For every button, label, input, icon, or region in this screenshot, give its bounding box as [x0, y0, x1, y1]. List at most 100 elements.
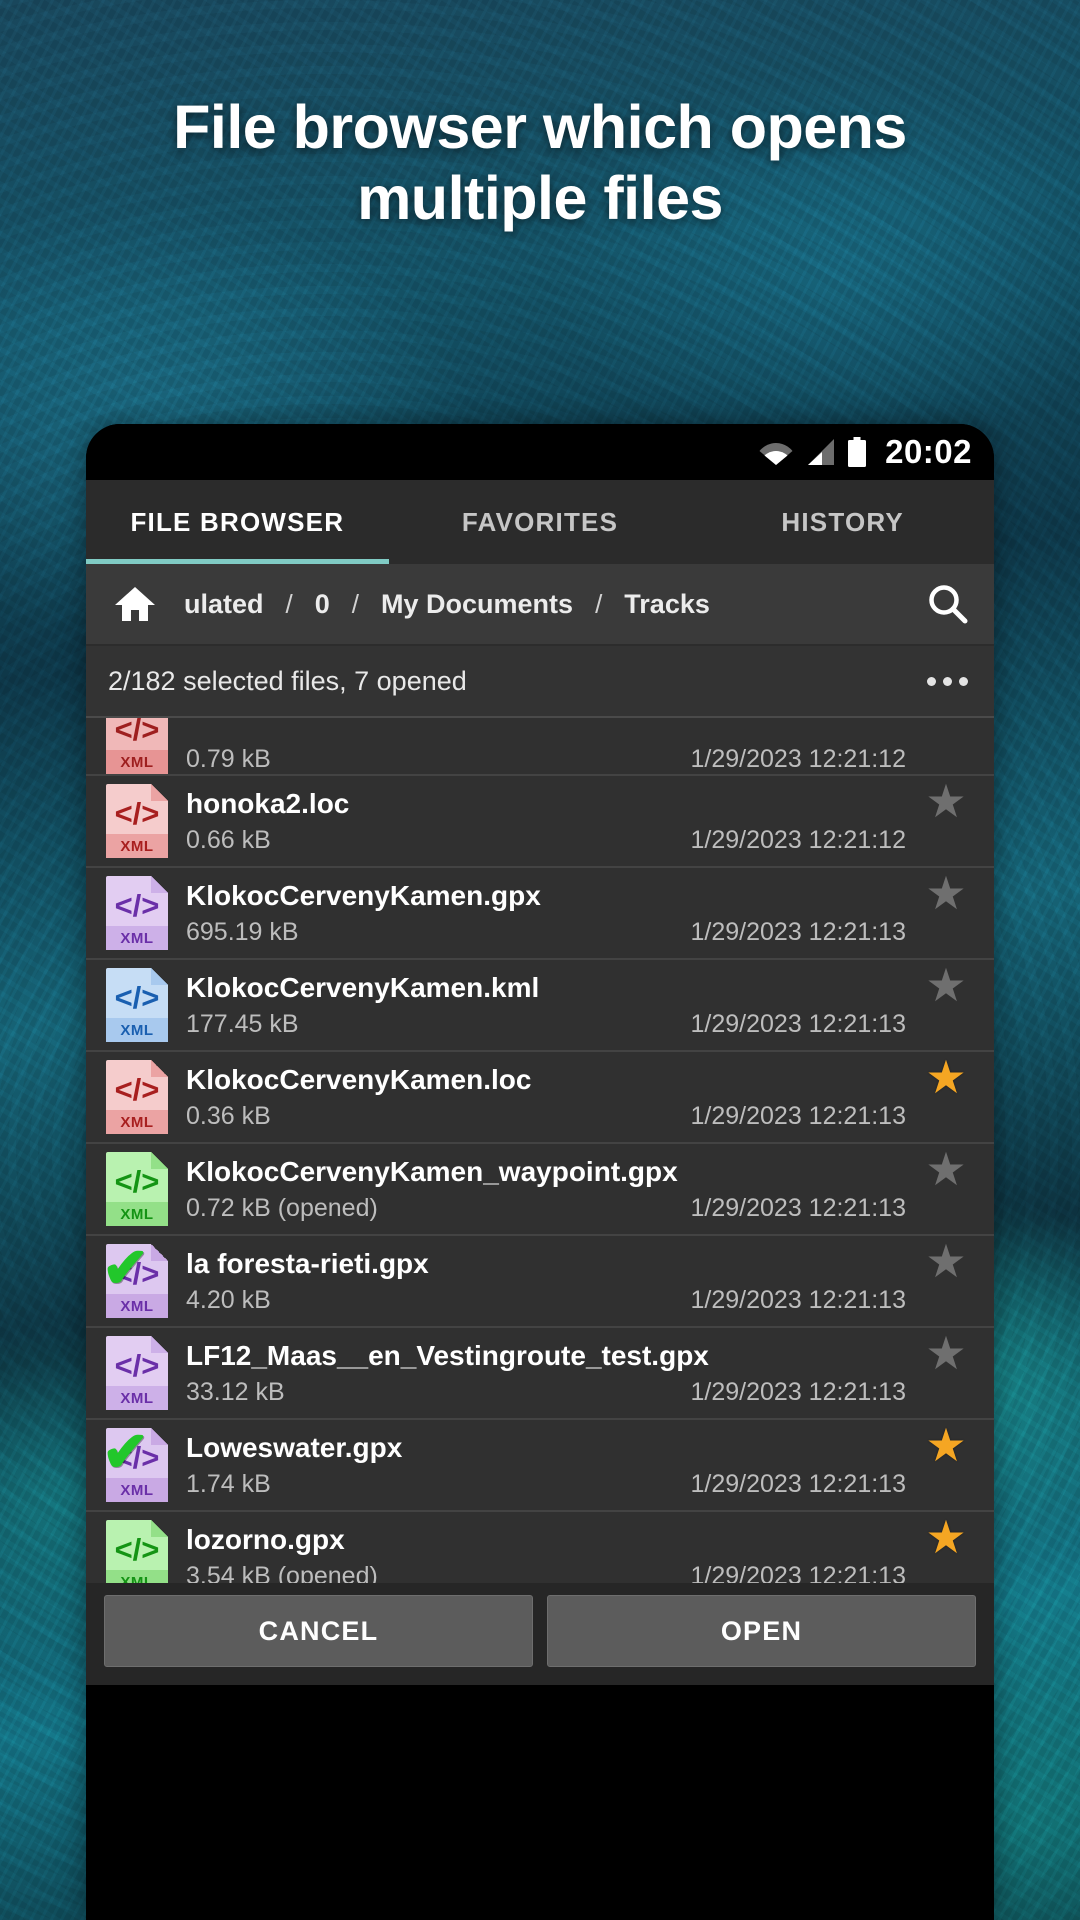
file-subrow: 3.54 kB (opened) 1/29/2023 12:21:13	[186, 1562, 910, 1584]
file-subrow: 177.45 kB 1/29/2023 12:21:13	[186, 1010, 910, 1039]
file-icon-xml: </> XML	[106, 1152, 168, 1226]
file-date: 1/29/2023 12:21:13	[690, 1561, 906, 1584]
cellular-signal-icon	[805, 439, 835, 465]
file-date: 1/29/2023 12:21:13	[690, 1101, 906, 1130]
tab-history[interactable]: HISTORY	[691, 480, 994, 564]
file-name: Loweswater.gpx	[186, 1431, 403, 1463]
breadcrumb: ulated / 0 / My Documents / Tracks	[86, 564, 994, 646]
file-row[interactable]: </> XML LF12_Maas__en_Vestingroute_test.gp…	[86, 1328, 994, 1420]
selection-status-text: 2/182 selected files, 7 opened	[108, 665, 467, 696]
overflow-menu-icon[interactable]	[927, 676, 968, 686]
favorite-star-filled-icon[interactable]: ★	[920, 1420, 972, 1468]
favorite-star-icon[interactable]: ★	[920, 776, 972, 824]
file-size: 3.54 kB (opened)	[186, 1561, 378, 1584]
file-row[interactable]: </> XML KlokocCervenyKamen_waypoint.gpx 0.7…	[86, 1144, 994, 1236]
file-name: KlokocCervenyKamen_waypoint.gpx	[186, 1155, 678, 1187]
favorite-star-filled-icon[interactable]: ★	[920, 1512, 972, 1560]
file-name: LF12_Maas__en_Vestingroute_test.gpx	[186, 1339, 709, 1371]
file-size: 0.79 kB	[186, 745, 271, 773]
favorite-star-icon[interactable]: ★	[920, 1144, 972, 1192]
file-date: 1/29/2023 12:21:13	[690, 1377, 906, 1406]
file-row[interactable]: </> XML KlokocCervenyKamen.gpx 695.19 kB 1/2…	[86, 868, 994, 960]
file-date: 1/29/2023 12:21:12	[690, 745, 906, 773]
favorite-star-icon[interactable]: ★	[920, 868, 972, 916]
file-subrow: 0.79 kB 1/29/2023 12:21:12	[186, 745, 910, 774]
checkmark-icon: ✔	[102, 1236, 149, 1299]
file-icon-xml: </> XML	[106, 968, 168, 1042]
file-row[interactable]: </> XML honoka2.loc 0.66 kB 1/29/2023 12:21:…	[86, 776, 994, 868]
home-icon[interactable]	[104, 585, 166, 623]
breadcrumb-item-3[interactable]: Tracks	[608, 589, 726, 620]
file-date: 1/29/2023 12:21:13	[690, 1469, 906, 1498]
file-row[interactable]: </>XML0.79 kB1/29/2023 12:21:12★	[86, 718, 994, 776]
file-list[interactable]: </>XML 0.79 kB 1/29/2023 12:21:12 ★ </>XML ho…	[86, 718, 994, 1583]
breadcrumb-separator: /	[595, 588, 603, 619]
file-meta: 0.79 kB 1/29/2023 12:21:12	[186, 745, 910, 774]
file-icon-selected: </> XML ✔	[102, 1424, 168, 1502]
cancel-button[interactable]: CANCEL	[104, 1595, 533, 1667]
file-meta: KlokocCervenyKamen.loc 0.36 kB 1/29/2023 1…	[186, 1064, 910, 1131]
wifi-icon	[759, 439, 793, 465]
favorite-star-icon[interactable]: ★	[920, 1236, 972, 1284]
file-name: KlokocCervenyKamen.loc	[186, 1063, 532, 1095]
file-row[interactable]: </> XML ✔ Loweswater.gpx 1.74 kB 1/29/2023 12…	[86, 1420, 994, 1512]
headline-text: File browser which opens multiple files	[173, 93, 907, 232]
tab-favorites[interactable]: FAVORITES	[389, 480, 692, 564]
file-row[interactable]: </> XML KlokocCervenyKamen.kml 177.45 kB 1/2…	[86, 960, 994, 1052]
checkmark-icon: ✔	[102, 1420, 149, 1483]
file-icon-xml: </> XML	[106, 784, 168, 858]
file-size: 0.66 kB	[186, 825, 271, 854]
breadcrumb-separator: /	[285, 588, 293, 619]
file-meta: LF12_Maas__en_Vestingroute_test.gpx 33.12…	[186, 1340, 910, 1407]
file-meta: Loweswater.gpx 1.74 kB 1/29/2023 12:21:13	[186, 1432, 910, 1499]
selection-status-bar: 2/182 selected files, 7 opened	[86, 646, 994, 718]
file-subrow: 0.72 kB (opened) 1/29/2023 12:21:13	[186, 1194, 910, 1223]
status-bar: 20:02	[86, 424, 994, 480]
file-subrow: 33.12 kB 1/29/2023 12:21:13	[186, 1378, 910, 1407]
file-row[interactable]: </> XML ✔ la foresta-rieti.gpx 4.20 kB 1/29/2…	[86, 1236, 994, 1328]
tab-file-browser[interactable]: FILE BROWSER	[86, 480, 389, 564]
file-name: KlokocCervenyKamen.gpx	[186, 879, 541, 911]
file-icon-xml: </> XML	[106, 1336, 168, 1410]
file-meta: lozorno.gpx 3.54 kB (opened) 1/29/2023 12:…	[186, 1524, 910, 1584]
file-size: 695.19 kB	[186, 917, 299, 946]
file-size: 0.72 kB (opened)	[186, 1193, 378, 1222]
file-name: lozorno.gpx	[186, 1523, 345, 1555]
file-meta: KlokocCervenyKamen.gpx 695.19 kB 1/29/2023…	[186, 880, 910, 947]
file-date: 1/29/2023 12:21:13	[690, 1193, 906, 1222]
file-name: KlokocCervenyKamen.kml	[186, 971, 540, 1003]
file-size: 33.12 kB	[186, 1377, 285, 1406]
file-subrow: 0.36 kB 1/29/2023 12:21:13	[186, 1102, 910, 1131]
breadcrumb-item-2[interactable]: My Documents	[365, 589, 589, 620]
favorite-star-icon[interactable]: ★	[920, 1328, 972, 1376]
file-row[interactable]: </> XML lozorno.gpx 3.54 kB (opened) 1/29/20…	[86, 1512, 994, 1583]
file-icon-xml: </> XML	[106, 876, 168, 950]
file-subrow: 695.19 kB 1/29/2023 12:21:13	[186, 918, 910, 947]
file-size: 0.36 kB	[186, 1101, 271, 1130]
file-icon-xml: </> XML	[106, 1060, 168, 1134]
breadcrumb-separator: /	[351, 588, 360, 619]
file-date: 1/29/2023 12:21:12	[690, 825, 906, 854]
file-size: 4.20 kB	[186, 1285, 271, 1314]
file-subrow: 0.66 kB 1/29/2023 12:21:12	[186, 826, 910, 855]
favorite-star-icon[interactable]: ★	[920, 960, 972, 1008]
status-bar-clock: 20:02	[885, 433, 972, 470]
phone-frame: 20:02 FILE BROWSER FAVORITES HISTORY ula…	[86, 424, 994, 1920]
file-icon-selected: </> XML ✔	[102, 1240, 168, 1318]
file-icon-xml: </> XML	[106, 718, 168, 774]
file-subrow: 4.20 kB 1/29/2023 12:21:13	[186, 1286, 910, 1315]
file-row[interactable]: </> XML KlokocCervenyKamen.loc 0.36 kB 1/29/…	[86, 1052, 994, 1144]
search-icon[interactable]	[918, 582, 978, 626]
file-date: 1/29/2023 12:21:13	[690, 1285, 906, 1314]
tab-bar: FILE BROWSER FAVORITES HISTORY	[86, 480, 994, 564]
file-name: honoka2.loc	[186, 787, 350, 819]
open-button[interactable]: OPEN	[547, 1595, 976, 1667]
file-name: la foresta-rieti.gpx	[186, 1247, 429, 1279]
file-meta: KlokocCervenyKamen_waypoint.gpx 0.72 kB (…	[186, 1156, 910, 1223]
breadcrumb-item-1[interactable]: 0	[299, 589, 346, 620]
button-bar: CANCEL OPEN	[86, 1583, 994, 1685]
file-meta: KlokocCervenyKamen.kml 177.45 kB 1/29/2023…	[186, 972, 910, 1039]
breadcrumb-item-0[interactable]: ulated	[168, 589, 280, 620]
favorite-star-filled-icon[interactable]: ★	[920, 1052, 972, 1100]
file-size: 177.45 kB	[186, 1009, 299, 1038]
